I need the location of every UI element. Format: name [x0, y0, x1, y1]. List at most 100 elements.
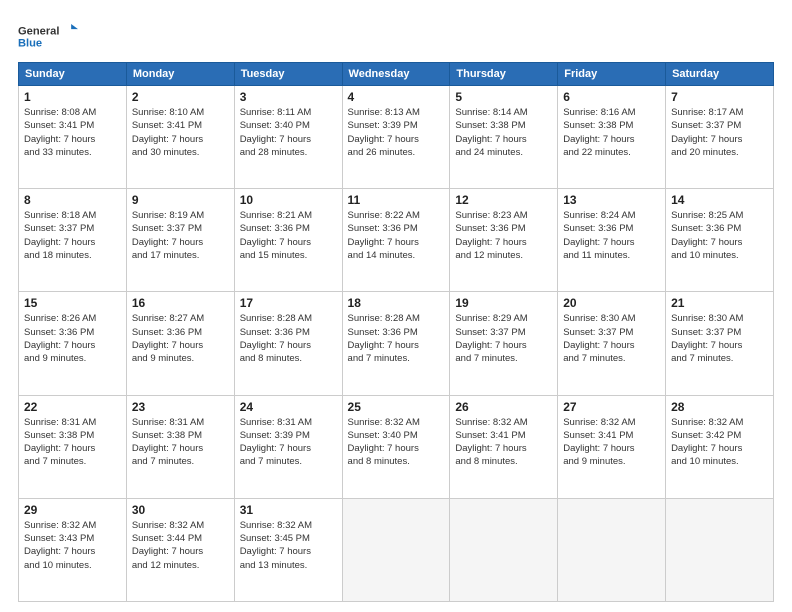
calendar-cell: 7 Sunrise: 8:17 AMSunset: 3:37 PMDaylight… — [666, 86, 774, 189]
calendar-cell: 27 Sunrise: 8:32 AMSunset: 3:41 PMDayligh… — [558, 395, 666, 498]
day-info: Sunrise: 8:27 AMSunset: 3:36 PMDaylight:… — [132, 312, 229, 365]
day-info: Sunrise: 8:11 AMSunset: 3:40 PMDaylight:… — [240, 106, 337, 159]
calendar-cell: 24 Sunrise: 8:31 AMSunset: 3:39 PMDayligh… — [234, 395, 342, 498]
day-info: Sunrise: 8:31 AMSunset: 3:38 PMDaylight:… — [24, 416, 121, 469]
calendar-cell: 8 Sunrise: 8:18 AMSunset: 3:37 PMDaylight… — [19, 189, 127, 292]
day-number: 17 — [240, 296, 337, 310]
calendar-cell — [666, 498, 774, 601]
day-number: 24 — [240, 400, 337, 414]
day-info: Sunrise: 8:32 AMSunset: 3:41 PMDaylight:… — [455, 416, 552, 469]
day-number: 26 — [455, 400, 552, 414]
day-number: 1 — [24, 90, 121, 104]
day-number: 2 — [132, 90, 229, 104]
calendar-day-header: Monday — [126, 63, 234, 86]
day-number: 9 — [132, 193, 229, 207]
calendar-day-header: Saturday — [666, 63, 774, 86]
calendar-day-header: Tuesday — [234, 63, 342, 86]
day-number: 10 — [240, 193, 337, 207]
day-number: 31 — [240, 503, 337, 517]
calendar-week-row: 1 Sunrise: 8:08 AMSunset: 3:41 PMDaylight… — [19, 86, 774, 189]
day-info: Sunrise: 8:18 AMSunset: 3:37 PMDaylight:… — [24, 209, 121, 262]
day-info: Sunrise: 8:29 AMSunset: 3:37 PMDaylight:… — [455, 312, 552, 365]
day-info: Sunrise: 8:31 AMSunset: 3:38 PMDaylight:… — [132, 416, 229, 469]
day-number: 22 — [24, 400, 121, 414]
calendar-cell: 18Sunrise: 8:28 AMSunset: 3:36 PMDayligh… — [342, 292, 450, 395]
day-number: 23 — [132, 400, 229, 414]
day-number: 13 — [563, 193, 660, 207]
calendar-cell: 10Sunrise: 8:21 AMSunset: 3:36 PMDayligh… — [234, 189, 342, 292]
day-number: 27 — [563, 400, 660, 414]
logo-svg: General Blue — [18, 18, 78, 54]
logo: General Blue — [18, 18, 78, 54]
day-info: Sunrise: 8:31 AMSunset: 3:39 PMDaylight:… — [240, 416, 337, 469]
day-info: Sunrise: 8:10 AMSunset: 3:41 PMDaylight:… — [132, 106, 229, 159]
calendar-cell — [450, 498, 558, 601]
calendar-cell: 22 Sunrise: 8:31 AMSunset: 3:38 PMDayligh… — [19, 395, 127, 498]
day-number: 28 — [671, 400, 768, 414]
calendar-cell: 25Sunrise: 8:32 AMSunset: 3:40 PMDayligh… — [342, 395, 450, 498]
day-info: Sunrise: 8:32 AMSunset: 3:44 PMDaylight:… — [132, 519, 229, 572]
day-info: Sunrise: 8:08 AMSunset: 3:41 PMDaylight:… — [24, 106, 121, 159]
day-info: Sunrise: 8:26 AMSunset: 3:36 PMDaylight:… — [24, 312, 121, 365]
calendar-cell: 5 Sunrise: 8:14 AMSunset: 3:38 PMDaylight… — [450, 86, 558, 189]
day-number: 5 — [455, 90, 552, 104]
day-number: 21 — [671, 296, 768, 310]
calendar-cell: 31 Sunrise: 8:32 AMSunset: 3:45 PMDayligh… — [234, 498, 342, 601]
calendar-day-header: Wednesday — [342, 63, 450, 86]
calendar-cell: 16Sunrise: 8:27 AMSunset: 3:36 PMDayligh… — [126, 292, 234, 395]
calendar-cell: 14Sunrise: 8:25 AMSunset: 3:36 PMDayligh… — [666, 189, 774, 292]
calendar-cell: 23 Sunrise: 8:31 AMSunset: 3:38 PMDayligh… — [126, 395, 234, 498]
calendar-cell: 12 Sunrise: 8:23 AMSunset: 3:36 PMDayligh… — [450, 189, 558, 292]
day-info: Sunrise: 8:30 AMSunset: 3:37 PMDaylight:… — [563, 312, 660, 365]
day-number: 19 — [455, 296, 552, 310]
calendar-cell: 6 Sunrise: 8:16 AMSunset: 3:38 PMDaylight… — [558, 86, 666, 189]
day-info: Sunrise: 8:28 AMSunset: 3:36 PMDaylight:… — [240, 312, 337, 365]
calendar-cell: 11Sunrise: 8:22 AMSunset: 3:36 PMDayligh… — [342, 189, 450, 292]
header: General Blue — [18, 18, 774, 54]
calendar-day-header: Thursday — [450, 63, 558, 86]
day-info: Sunrise: 8:23 AMSunset: 3:36 PMDaylight:… — [455, 209, 552, 262]
day-number: 6 — [563, 90, 660, 104]
day-info: Sunrise: 8:32 AMSunset: 3:42 PMDaylight:… — [671, 416, 768, 469]
day-info: Sunrise: 8:19 AMSunset: 3:37 PMDaylight:… — [132, 209, 229, 262]
calendar-day-header: Friday — [558, 63, 666, 86]
day-info: Sunrise: 8:22 AMSunset: 3:36 PMDaylight:… — [348, 209, 445, 262]
calendar-cell: 13Sunrise: 8:24 AMSunset: 3:36 PMDayligh… — [558, 189, 666, 292]
calendar-header-row: SundayMondayTuesdayWednesdayThursdayFrid… — [19, 63, 774, 86]
calendar-cell — [558, 498, 666, 601]
day-number: 3 — [240, 90, 337, 104]
calendar-cell: 28 Sunrise: 8:32 AMSunset: 3:42 PMDayligh… — [666, 395, 774, 498]
day-number: 12 — [455, 193, 552, 207]
calendar-cell: 4Sunrise: 8:13 AMSunset: 3:39 PMDaylight… — [342, 86, 450, 189]
day-info: Sunrise: 8:25 AMSunset: 3:36 PMDaylight:… — [671, 209, 768, 262]
calendar-cell: 21 Sunrise: 8:30 AMSunset: 3:37 PMDayligh… — [666, 292, 774, 395]
day-info: Sunrise: 8:16 AMSunset: 3:38 PMDaylight:… — [563, 106, 660, 159]
calendar-cell: 3 Sunrise: 8:11 AMSunset: 3:40 PMDaylight… — [234, 86, 342, 189]
calendar-cell: 30 Sunrise: 8:32 AMSunset: 3:44 PMDayligh… — [126, 498, 234, 601]
calendar-cell: 17 Sunrise: 8:28 AMSunset: 3:36 PMDayligh… — [234, 292, 342, 395]
day-number: 30 — [132, 503, 229, 517]
svg-text:Blue: Blue — [18, 37, 42, 49]
svg-text:General: General — [18, 25, 59, 37]
calendar-cell: 1 Sunrise: 8:08 AMSunset: 3:41 PMDaylight… — [19, 86, 127, 189]
day-number: 8 — [24, 193, 121, 207]
calendar-table: SundayMondayTuesdayWednesdayThursdayFrid… — [18, 62, 774, 602]
day-number: 15 — [24, 296, 121, 310]
calendar-cell: 20 Sunrise: 8:30 AMSunset: 3:37 PMDayligh… — [558, 292, 666, 395]
day-number: 20 — [563, 296, 660, 310]
calendar-cell: 15 Sunrise: 8:26 AMSunset: 3:36 PMDayligh… — [19, 292, 127, 395]
calendar-cell: 29Sunrise: 8:32 AMSunset: 3:43 PMDayligh… — [19, 498, 127, 601]
day-info: Sunrise: 8:17 AMSunset: 3:37 PMDaylight:… — [671, 106, 768, 159]
calendar-cell: 2 Sunrise: 8:10 AMSunset: 3:41 PMDaylight… — [126, 86, 234, 189]
day-number: 4 — [348, 90, 445, 104]
page: General Blue SundayMondayTuesdayWednesda… — [0, 0, 792, 612]
day-info: Sunrise: 8:14 AMSunset: 3:38 PMDaylight:… — [455, 106, 552, 159]
day-info: Sunrise: 8:32 AMSunset: 3:45 PMDaylight:… — [240, 519, 337, 572]
day-info: Sunrise: 8:30 AMSunset: 3:37 PMDaylight:… — [671, 312, 768, 365]
calendar-week-row: 8 Sunrise: 8:18 AMSunset: 3:37 PMDaylight… — [19, 189, 774, 292]
calendar-cell: 26 Sunrise: 8:32 AMSunset: 3:41 PMDayligh… — [450, 395, 558, 498]
day-info: Sunrise: 8:32 AMSunset: 3:41 PMDaylight:… — [563, 416, 660, 469]
day-number: 18 — [348, 296, 445, 310]
calendar-cell — [342, 498, 450, 601]
day-number: 7 — [671, 90, 768, 104]
